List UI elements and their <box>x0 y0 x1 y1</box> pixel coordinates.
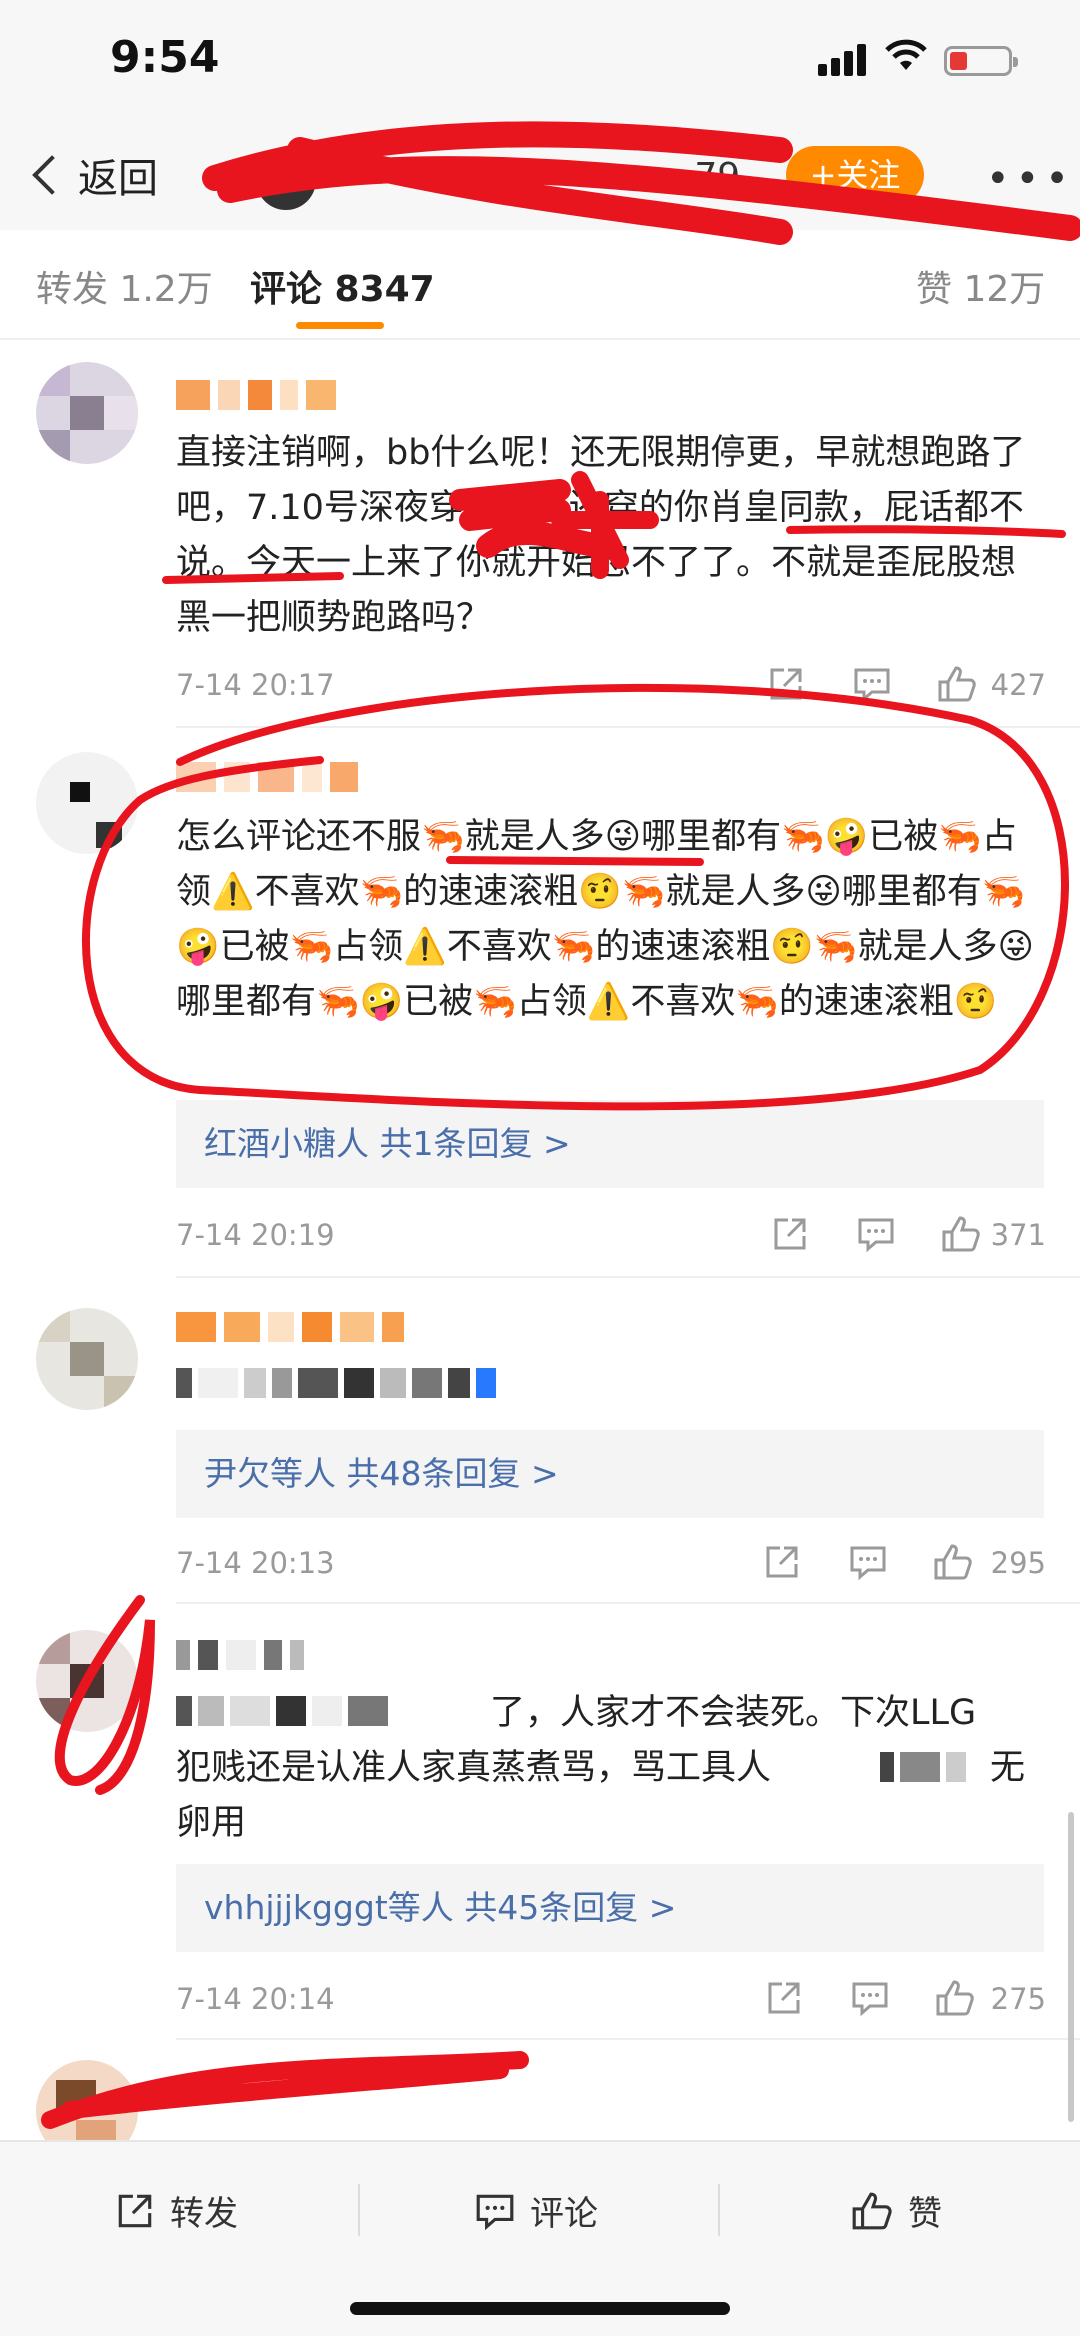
comment-meta: 7-14 20:13 295 <box>176 1538 1046 1588</box>
author-name[interactable]: ...79 <box>660 156 740 197</box>
comment-text: 无 <box>990 1748 1026 1788</box>
comment-meta: 7-14 20:19 371 <box>176 1210 1046 1260</box>
replies-link[interactable]: vhhjjjkgggt等人 共45条回复 > <box>176 1864 1044 1952</box>
comment-button[interactable]: 评论 <box>474 2186 598 2235</box>
comment-icon <box>476 2194 514 2230</box>
share-icon[interactable] <box>764 1978 804 2018</box>
comment-date: 7-14 20:14 <box>176 1982 335 2016</box>
divider <box>176 1276 1080 1278</box>
divider <box>176 2038 1080 2040</box>
username-redacted[interactable] <box>176 380 336 414</box>
comment-text-redacted <box>880 1752 966 1786</box>
status-bar: 9:54 <box>0 0 1080 120</box>
comment-meta: 7-14 20:17 427 <box>176 660 1046 710</box>
comment-date: 7-14 20:13 <box>176 1546 335 1580</box>
comment-date: 7-14 20:19 <box>176 1218 335 1252</box>
home-indicator[interactable] <box>350 2302 730 2315</box>
comment-text-redacted <box>176 1368 496 1402</box>
like-count: 275 <box>990 1982 1046 2016</box>
follow-button[interactable]: +关注 <box>786 146 924 204</box>
comment-text: 直接注销啊，bb什么呢！还无限期停更，早就想跑路了吧，7.10号深夜穿李子，还穿… <box>176 433 1026 638</box>
cellular-signal-icon <box>818 44 870 76</box>
repost-label: 转发 <box>170 2194 238 2234</box>
battery-level <box>950 52 967 70</box>
avatar[interactable] <box>36 362 138 464</box>
tab-bar: 转发 1.2万 评论 8347 赞 12万 <box>0 230 1080 340</box>
scrollbar[interactable] <box>1068 1812 1074 2122</box>
top-nav-bar: 返回 ...79 +关注 ••• <box>0 120 1080 230</box>
battery-icon <box>944 46 1018 76</box>
author-avatar[interactable] <box>256 150 316 210</box>
like-icon[interactable] <box>940 1214 980 1254</box>
divider <box>176 1602 1080 1604</box>
repost-button[interactable]: 转发 <box>114 2186 238 2235</box>
comment-text-redacted <box>176 1696 388 1730</box>
reply-icon[interactable] <box>856 1214 896 1254</box>
comment-text: 卵用 <box>176 1803 247 1843</box>
comment-text: 犯贱还是认准人家真蒸煮骂，骂工具人 <box>176 1748 772 1788</box>
replies-link[interactable]: 红酒小糖人 共1条回复 > <box>176 1100 1044 1188</box>
like-button[interactable]: 赞 <box>850 2186 942 2235</box>
chevron-left-icon <box>32 155 72 195</box>
like-count: 371 <box>990 1218 1046 1252</box>
tab-likes[interactable]: 赞 12万 <box>916 260 1045 312</box>
clock: 9:54 <box>110 32 220 83</box>
username-redacted[interactable] <box>176 1640 304 1674</box>
like-icon <box>852 2192 892 2229</box>
like-icon[interactable] <box>932 1542 972 1582</box>
username-redacted[interactable] <box>176 762 358 796</box>
tab-repost[interactable]: 转发 1.2万 <box>36 260 213 312</box>
share-icon[interactable] <box>762 1542 802 1582</box>
like-icon[interactable] <box>936 664 976 704</box>
reply-icon[interactable] <box>850 1978 890 2018</box>
comment-label: 评论 <box>530 2194 598 2234</box>
avatar[interactable] <box>36 1630 138 1732</box>
tab-comments[interactable]: 评论 8347 <box>250 260 435 312</box>
divider <box>358 2184 360 2236</box>
avatar[interactable] <box>36 752 138 854</box>
username-redacted[interactable] <box>176 1312 404 1346</box>
share-icon <box>118 2194 152 2227</box>
divider <box>718 2184 720 2236</box>
share-icon[interactable] <box>766 664 806 704</box>
wifi-icon <box>884 38 928 82</box>
comment-meta: 7-14 20:14 275 <box>176 1974 1046 2024</box>
comment-text: 了，人家才不会装死。下次LLG <box>490 1693 977 1733</box>
share-icon[interactable] <box>770 1214 810 1254</box>
back-label: 返回 <box>78 156 158 202</box>
back-button[interactable]: 返回 <box>26 146 158 204</box>
comment-text: 怎么评论还不服🦐就是人多😜哪里都有🦐🤪已被🦐占领⚠️不喜欢🦐的速速滚粗🤨🦐就是人… <box>176 817 1034 1022</box>
like-count: 427 <box>990 668 1046 702</box>
more-options-button[interactable]: ••• <box>986 156 1075 202</box>
like-icon[interactable] <box>934 1978 974 2018</box>
replies-link[interactable]: 尹欠等人 共48条回复 > <box>176 1430 1044 1518</box>
comment-date: 7-14 20:17 <box>176 668 335 702</box>
active-tab-indicator <box>296 322 384 329</box>
reply-icon[interactable] <box>852 664 892 704</box>
divider <box>176 726 1080 728</box>
avatar[interactable] <box>36 1308 138 1410</box>
like-count: 295 <box>990 1546 1046 1580</box>
reply-icon[interactable] <box>848 1542 888 1582</box>
like-label: 赞 <box>908 2194 942 2234</box>
